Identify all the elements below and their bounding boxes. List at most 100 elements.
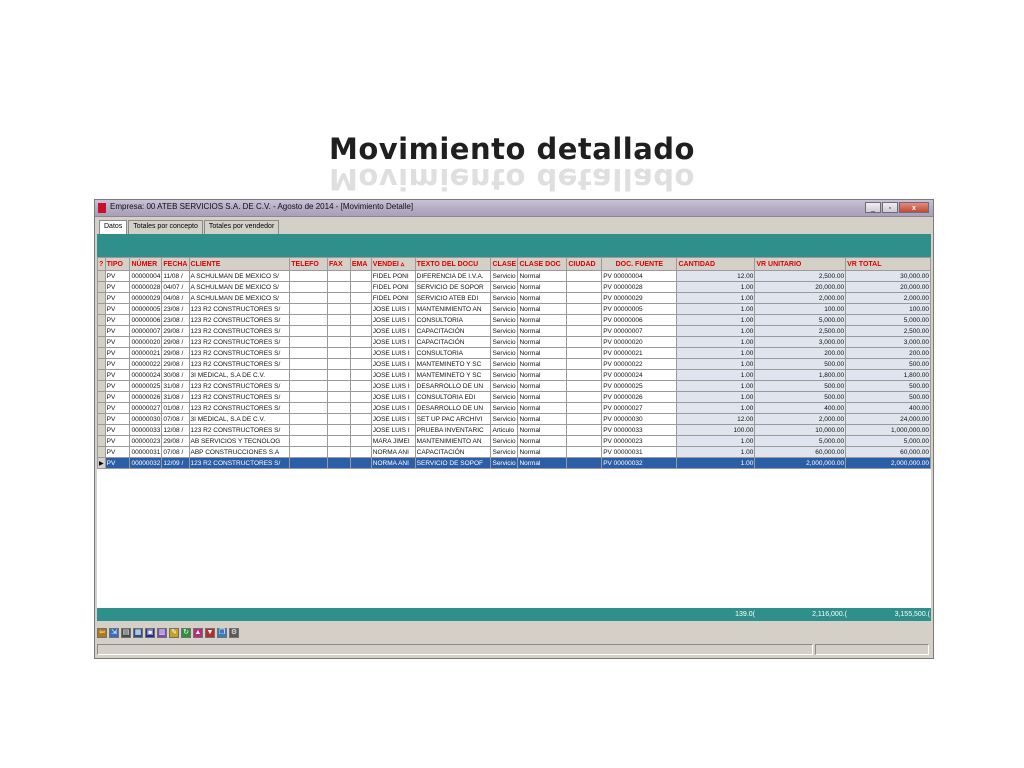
save-icon[interactable]: ▣ — [145, 628, 155, 638]
cell-texto[interactable]: DIFERENCIA DE I.V.A. — [414, 270, 492, 282]
cell-email[interactable] — [349, 281, 372, 293]
cell-fax[interactable] — [327, 413, 351, 425]
cell-clase[interactable]: Servicio — [490, 347, 519, 359]
row-indicator[interactable] — [97, 325, 106, 337]
cell-cliente[interactable]: 123 R2 CONSTRUCTORES S/ — [188, 314, 291, 326]
cell-cliente[interactable]: A SCHULMAN DE MEXICO S/ — [188, 270, 291, 282]
cell-clase[interactable]: Servicio — [490, 391, 519, 403]
cell-fax[interactable] — [327, 424, 351, 436]
cell-cliente[interactable]: A SCHULMAN DE MEXICO S/ — [188, 292, 291, 304]
cell-clase[interactable]: Servicio — [490, 435, 519, 447]
cell-fecha[interactable]: 04/07 / — [161, 281, 190, 293]
row-indicator[interactable] — [97, 358, 106, 370]
cell-doc-fuente[interactable]: PV 00000022 — [601, 358, 678, 370]
cell-texto[interactable]: CAPACITACIÓN — [414, 325, 492, 337]
cell-clase-doc[interactable]: Normal — [517, 325, 568, 337]
cell-ciudad[interactable] — [566, 292, 603, 304]
cell-texto[interactable]: CONSULTORIA — [414, 347, 492, 359]
cell-fax[interactable] — [327, 369, 351, 381]
cell-telefono[interactable] — [289, 457, 329, 469]
table-row[interactable]: PV 00000033 12/08 /123 R2 CONSTRUCTORES S/… — [97, 424, 931, 436]
table-row[interactable]: PV 00000027 01/08 /123 R2 CONSTRUCTORES S/… — [97, 402, 931, 414]
cell-cliente[interactable]: ABP CONSTRUCCIONES S.A — [188, 446, 291, 458]
cell-ciudad[interactable] — [566, 435, 603, 447]
cell-vendedor[interactable]: JOSE LUIS I — [370, 314, 416, 326]
cell-clase-doc[interactable]: Normal — [517, 347, 568, 359]
column-header-telefono[interactable]: TELEFO — [289, 257, 329, 271]
cell-texto[interactable]: MANTEMINETO Y SC — [414, 358, 492, 370]
column-header-tipo[interactable]: TIPO — [104, 257, 131, 271]
cell-numero[interactable]: 00000025 — [129, 380, 163, 392]
cell-tipo[interactable]: PV — [104, 446, 131, 458]
table-row[interactable]: PV 00000007 29/08 /123 R2 CONSTRUCTORES S/… — [97, 325, 931, 337]
table-row[interactable]: PV 00000006 23/08 /123 R2 CONSTRUCTORES S/… — [97, 314, 931, 326]
cell-vendedor[interactable]: NORMA ANI — [370, 446, 416, 458]
cell-clase-doc[interactable]: Normal — [517, 314, 568, 326]
cell-cliente[interactable]: 123 R2 CONSTRUCTORES S/ — [188, 347, 291, 359]
cell-texto[interactable]: CAPACITACIÓN — [414, 336, 492, 348]
cell-texto[interactable]: SERVICIO DE SOPOF — [414, 457, 492, 469]
cell-ciudad[interactable] — [566, 369, 603, 381]
cell-clase[interactable]: Servicio — [490, 369, 519, 381]
cell-texto[interactable]: CAPACITACIÓN — [414, 446, 492, 458]
cell-clase[interactable]: Servicio — [490, 270, 519, 282]
cell-fecha[interactable]: 04/08 / — [161, 292, 190, 304]
cell-email[interactable] — [349, 303, 372, 315]
row-indicator[interactable] — [97, 292, 106, 304]
settings-icon[interactable]: ⚙ — [229, 628, 239, 638]
cell-clase[interactable]: Servicio — [490, 457, 519, 469]
cell-cliente[interactable]: 123 R2 CONSTRUCTORES S/ — [188, 358, 291, 370]
cell-telefono[interactable] — [289, 325, 329, 337]
cell-cantidad[interactable]: 1.00 — [676, 446, 756, 458]
cell-cantidad[interactable]: 1.00 — [676, 281, 756, 293]
cell-email[interactable] — [349, 292, 372, 304]
row-indicator[interactable] — [97, 369, 106, 381]
cell-telefono[interactable] — [289, 446, 329, 458]
cell-fax[interactable] — [327, 391, 351, 403]
table-row[interactable]: PV 00000028 04/07 /A SCHULMAN DE MEXICO S/… — [97, 281, 931, 293]
cell-telefono[interactable] — [289, 281, 329, 293]
cell-email[interactable] — [349, 336, 372, 348]
cell-vr-unitario[interactable]: 100.00 — [754, 303, 847, 315]
cell-fecha[interactable]: 31/08 / — [161, 391, 190, 403]
cell-texto[interactable]: SET UP PAC ARCHIVI — [414, 413, 492, 425]
cell-email[interactable] — [349, 435, 372, 447]
cell-texto[interactable]: MANTENIMIENTO AN — [414, 303, 492, 315]
cell-ciudad[interactable] — [566, 314, 603, 326]
cell-texto[interactable]: MANTEMINETO Y SC — [414, 369, 492, 381]
cell-fax[interactable] — [327, 446, 351, 458]
table-row[interactable]: PV 00000023 29/08 /AB SERVICIOS Y TECNOLOG… — [97, 435, 931, 447]
cell-doc-fuente[interactable]: PV 00000004 — [601, 270, 678, 282]
cell-vr-unitario[interactable]: 200.00 — [754, 347, 847, 359]
cell-vr-unitario[interactable]: 2,000.00 — [754, 292, 847, 304]
cell-tipo[interactable]: PV — [104, 380, 131, 392]
cell-clase-doc[interactable]: Normal — [517, 380, 568, 392]
cell-cliente[interactable]: 123 R2 CONSTRUCTORES S/ — [188, 457, 291, 469]
cell-clase-doc[interactable]: Normal — [517, 446, 568, 458]
cell-fax[interactable] — [327, 303, 351, 315]
cell-texto[interactable]: CONSULTORIA EDI — [414, 391, 492, 403]
cell-clase-doc[interactable]: Normal — [517, 292, 568, 304]
cell-doc-fuente[interactable]: PV 00000020 — [601, 336, 678, 348]
table-row[interactable]: PV 00000021 29/08 /123 R2 CONSTRUCTORES S/… — [97, 347, 931, 359]
cell-cantidad[interactable]: 1.00 — [676, 292, 756, 304]
tab-totales-por-concepto[interactable]: Totales por concepto — [128, 220, 203, 234]
row-indicator[interactable] — [97, 336, 106, 348]
cell-doc-fuente[interactable]: PV 00000026 — [601, 391, 678, 403]
cell-numero[interactable]: 00000006 — [129, 314, 163, 326]
cell-tipo[interactable]: PV — [104, 402, 131, 414]
cell-cantidad[interactable]: 1.00 — [676, 402, 756, 414]
cell-numero[interactable]: 00000030 — [129, 413, 163, 425]
cell-clase[interactable]: Servicio — [490, 358, 519, 370]
minimize-button[interactable]: _ — [865, 202, 881, 213]
cell-vr-unitario[interactable]: 2,500.00 — [754, 325, 847, 337]
cell-ciudad[interactable] — [566, 347, 603, 359]
cell-cliente[interactable]: 123 R2 CONSTRUCTORES S/ — [188, 325, 291, 337]
cell-fecha[interactable]: 07/08 / — [161, 446, 190, 458]
cell-tipo[interactable]: PV — [104, 314, 131, 326]
cell-email[interactable] — [349, 358, 372, 370]
cell-clase[interactable]: Servicio — [490, 281, 519, 293]
cell-email[interactable] — [349, 314, 372, 326]
cell-tipo[interactable]: PV — [104, 270, 131, 282]
tab-datos[interactable]: Datos — [99, 220, 128, 234]
